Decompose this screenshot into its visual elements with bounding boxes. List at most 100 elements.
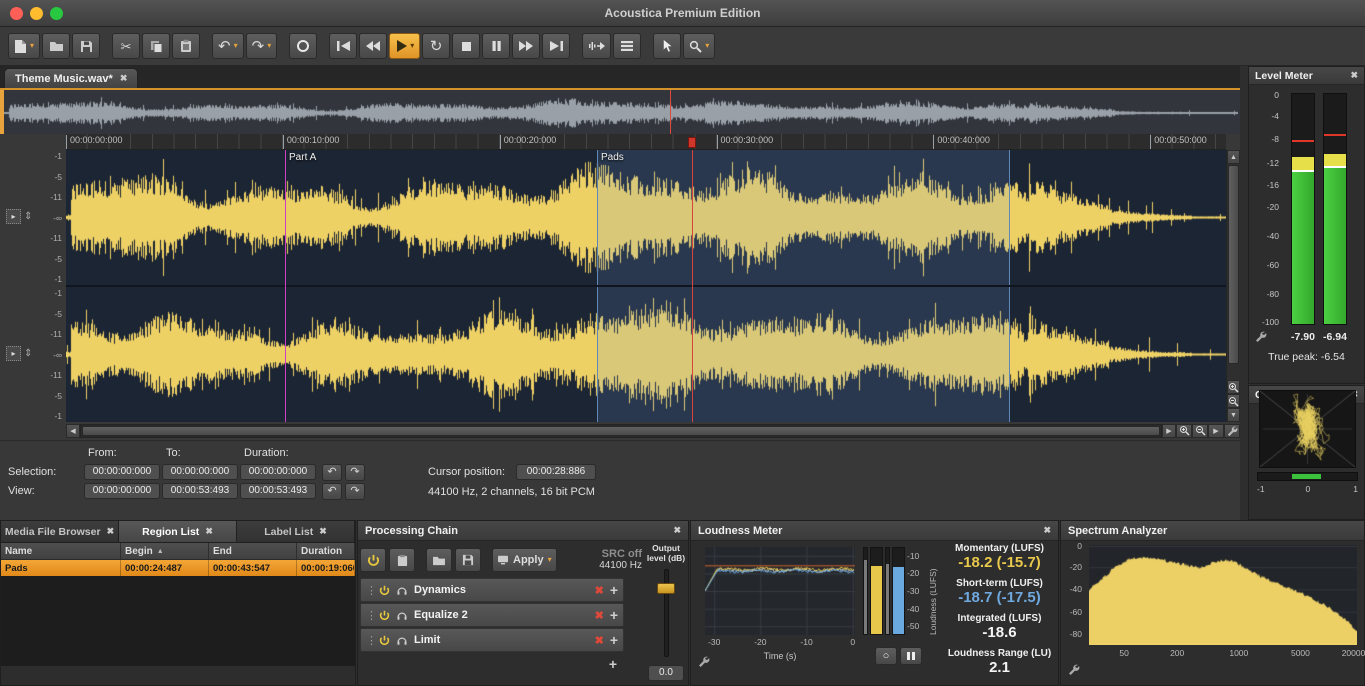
scroll-up-button[interactable]: ▲ [1227,150,1240,164]
view-duration-field[interactable]: 00:00:53:493 [240,483,316,499]
loudness-settings-icon[interactable] [697,655,710,668]
go-to-end-button[interactable] [542,33,570,59]
zoom-selection-button[interactable]: ▶ [1208,424,1224,438]
chain-item-equalize[interactable]: ⋮ Equalize 2 ✖ + [360,603,624,627]
tab-media-file-browser[interactable]: Media File Browser ✖ [1,521,119,542]
drag-grip-icon[interactable]: ⋮ [366,634,373,647]
channel-resize-icon[interactable]: ⇕ [24,211,32,222]
slider-knob[interactable] [657,583,675,594]
cut-button[interactable]: ✂ [112,33,140,59]
view-undo-button[interactable]: ↶ [322,483,342,500]
record-button[interactable] [289,33,317,59]
chain-paste-button[interactable] [389,548,415,572]
chain-power-button[interactable] [360,548,386,572]
loudness-pause-button[interactable] [900,647,922,665]
close-tab-icon[interactable]: ✖ [107,526,115,537]
channel-fold-button[interactable]: ▸ [6,346,21,361]
cursor-position-field[interactable]: 00:00:28:886 [516,464,596,480]
horizontal-scroll-track[interactable] [80,424,1162,438]
loudness-controls: ○ [875,647,922,665]
close-tab-icon[interactable]: ✖ [319,526,327,537]
paste-button[interactable] [172,33,200,59]
channel-fold-button[interactable]: ▸ [6,209,21,224]
undo-button[interactable]: ↶ ▾ [212,33,244,59]
add-effect-icon[interactable]: + [610,608,618,622]
selection-undo-button[interactable]: ↶ [322,464,342,481]
tab-region-list[interactable]: Region List ✖ [119,521,237,542]
new-file-button[interactable]: ▾ [8,33,40,59]
stop-button[interactable] [452,33,480,59]
selection-duration-field[interactable]: 00:00:00:000 [240,464,316,480]
horizontal-scroll-thumb[interactable] [82,426,1160,436]
editor-settings-button[interactable] [1224,424,1240,438]
drag-grip-icon[interactable]: ⋮ [366,584,373,597]
close-panel-icon[interactable]: ✖ [1350,70,1358,81]
channel-resize-icon[interactable]: ⇕ [24,348,32,359]
follow-playback-button[interactable] [582,33,611,59]
column-name[interactable]: Name [1,543,121,559]
view-redo-button[interactable]: ↷ [345,483,365,500]
column-end[interactable]: End [209,543,297,559]
add-effect-icon[interactable]: + [610,583,618,597]
tab-label-list[interactable]: Label List ✖ [237,521,355,542]
level-meter-settings-icon[interactable] [1254,330,1267,343]
zoom-in-button[interactable] [1176,424,1192,438]
apply-chain-button[interactable]: Apply ▾ [492,548,557,572]
fast-forward-button[interactable] [512,33,540,59]
column-duration[interactable]: Duration [297,543,355,559]
close-panel-icon[interactable]: ✖ [1043,525,1051,536]
timeline-ruler[interactable]: 00:00:00:000 00:00:10:000 00:00:20:000 0… [66,134,1226,150]
scroll-left-button[interactable]: ◀ [66,424,80,438]
scroll-right-button[interactable]: ▶ [1162,424,1176,438]
go-to-start-button[interactable] [329,33,357,59]
playback-cursor-handle[interactable] [688,137,696,148]
drag-grip-icon[interactable]: ⋮ [366,609,373,622]
copy-button[interactable] [142,33,170,59]
save-button[interactable] [72,33,100,59]
add-effect-icon[interactable]: + [609,657,617,671]
output-level-value[interactable]: 0.0 [648,665,684,681]
timeline-tick: 00:00:00:000 [66,135,123,149]
view-from-field[interactable]: 00:00:00:000 [84,483,160,499]
add-effect-icon[interactable]: + [610,633,618,647]
chain-open-button[interactable] [426,548,452,572]
zoom-tool-button[interactable]: ▾ [683,33,715,59]
scroll-down-button[interactable]: ▼ [1227,408,1240,422]
zoom-out-button[interactable] [1192,424,1208,438]
region-list-empty-area[interactable] [1,576,355,666]
selection-from-field[interactable]: 00:00:00:000 [84,464,160,480]
list-view-button[interactable] [613,33,641,59]
play-button[interactable]: ▾ [389,33,420,59]
chain-item-dynamics[interactable]: ⋮ Dynamics ✖ + [360,578,624,602]
loop-button[interactable]: ↻ [422,33,450,59]
output-level-slider[interactable] [644,567,688,659]
close-tab-icon[interactable]: ✖ [120,73,128,84]
rewind-button[interactable] [359,33,387,59]
spectrum-settings-icon[interactable] [1067,663,1080,676]
view-to-field[interactable]: 00:00:53:493 [162,483,238,499]
column-begin[interactable]: Begin▲ [121,543,209,559]
table-row[interactable]: Pads 00:00:24:487 00:00:43:547 00:00:19:… [1,560,355,576]
chain-save-button[interactable] [455,548,481,572]
open-file-button[interactable] [42,33,70,59]
chain-item-limit[interactable]: ⋮ Limit ✖ + [360,628,624,652]
selection-tool-button[interactable] [653,33,681,59]
file-overview[interactable] [0,88,1240,134]
selection-to-field[interactable]: 00:00:00:000 [162,464,238,480]
waveform-canvas-area[interactable]: Part A Pads [66,150,1226,422]
remove-effect-icon[interactable]: ✖ [595,609,604,622]
redo-button[interactable]: ↷ ▾ [246,33,278,59]
loudness-reset-button[interactable]: ○ [875,647,897,665]
zoom-in-vertical-button[interactable] [1227,380,1240,394]
document-tab[interactable]: Theme Music.wav* ✖ [4,68,138,88]
vertical-scroll-thumb[interactable] [1228,165,1239,364]
selection-redo-button[interactable]: ↷ [345,464,365,481]
marker-line-part-a[interactable] [285,150,286,422]
pause-button[interactable] [482,33,510,59]
overview-waveform[interactable] [4,92,1238,134]
close-panel-icon[interactable]: ✖ [673,525,681,536]
remove-effect-icon[interactable]: ✖ [595,584,604,597]
close-tab-icon[interactable]: ✖ [205,526,213,537]
remove-effect-icon[interactable]: ✖ [595,634,604,647]
zoom-out-vertical-button[interactable] [1227,394,1240,408]
